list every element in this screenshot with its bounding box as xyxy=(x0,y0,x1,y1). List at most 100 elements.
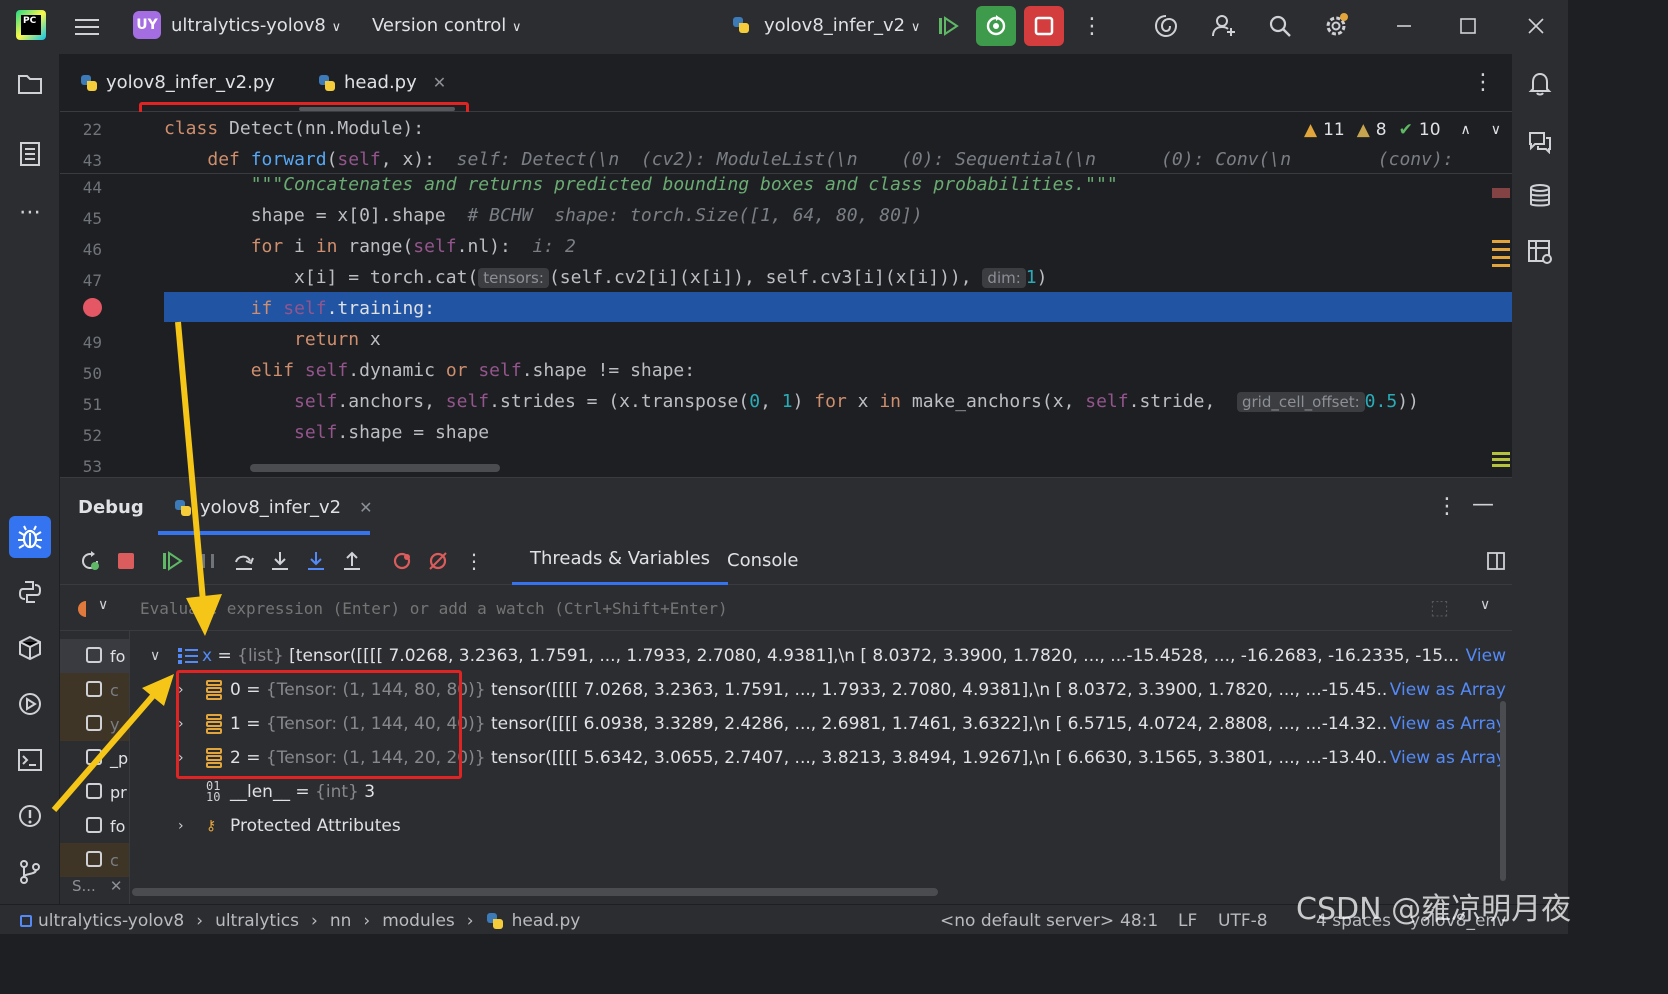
close-window-icon[interactable] xyxy=(1516,6,1556,46)
caret-position[interactable]: 48:1 xyxy=(1120,911,1158,931)
code-line[interactable]: """Concatenates and returns predicted bo… xyxy=(164,174,1118,195)
pause-icon[interactable] xyxy=(196,549,220,573)
stop-icon[interactable] xyxy=(114,549,138,573)
more-debug-actions-icon[interactable]: ⋮ xyxy=(462,549,486,573)
breakpoint-icon[interactable] xyxy=(83,298,102,317)
frame-item[interactable]: _p xyxy=(60,741,129,775)
editor-horizontal-scrollbar[interactable] xyxy=(250,464,500,472)
step-out-icon[interactable] xyxy=(340,549,364,573)
hide-panel-icon[interactable]: — xyxy=(1472,492,1494,517)
project-badge[interactable]: UY xyxy=(133,11,161,39)
frame-item[interactable]: y xyxy=(60,707,129,741)
code-editor[interactable]: 22 class Detect(nn.Module): 43 def forwa… xyxy=(60,112,1512,477)
services-icon[interactable] xyxy=(12,686,48,722)
thread-chevron-down-icon[interactable]: ∨ xyxy=(98,597,108,613)
variables-vertical-scrollbar[interactable] xyxy=(1500,701,1506,881)
evaluate-expression-input[interactable] xyxy=(140,591,1410,625)
sticky-class-line[interactable]: class Detect(nn.Module): xyxy=(164,118,424,139)
sticky-def-line[interactable]: def forward(self, x): self: Detect(\n (c… xyxy=(164,149,1453,170)
variable-row-len[interactable]: 01 10 __len__ = {int} 3 xyxy=(130,775,1512,809)
view-link[interactable]: View xyxy=(1461,646,1506,666)
next-problem-icon[interactable]: ∨ xyxy=(1491,122,1501,138)
file-encoding[interactable]: UTF-8 xyxy=(1218,911,1268,931)
resume-icon[interactable] xyxy=(160,549,184,573)
breadcrumb-item[interactable]: head.py xyxy=(512,911,581,931)
more-tools-icon[interactable]: ⋯ xyxy=(12,194,48,230)
current-execution-line[interactable]: if self.training: xyxy=(164,298,435,319)
rerun-icon[interactable] xyxy=(78,549,102,573)
tab-options-icon[interactable]: ⋮ xyxy=(1472,70,1494,95)
step-into-icon[interactable] xyxy=(268,549,292,573)
step-over-icon[interactable] xyxy=(232,549,256,573)
code-line[interactable]: for i in range(self.nl): i: 2 xyxy=(164,236,576,257)
ai-assistant-icon[interactable] xyxy=(1146,6,1186,46)
stop-button[interactable] xyxy=(1024,6,1064,46)
structure-icon[interactable] xyxy=(12,136,48,172)
step-into-my-code-icon[interactable] xyxy=(304,549,328,573)
variable-row-x[interactable]: ∨ x = {list} [tensor([[[[ 7.0268, 3.2363… xyxy=(130,639,1512,673)
code-line[interactable]: return x xyxy=(164,329,381,350)
expand-chevron-icon[interactable]: › xyxy=(178,818,184,834)
variables-horizontal-scrollbar[interactable] xyxy=(132,888,938,896)
tab-yolov8-infer[interactable]: yolov8_infer_v2.py xyxy=(80,72,275,93)
debug-bug-icon[interactable] xyxy=(9,516,51,558)
breadcrumb-item[interactable]: ultralytics-yolov8 xyxy=(38,911,184,931)
view-as-array-link[interactable]: View as Array xyxy=(1385,714,1506,734)
close-session-icon[interactable]: ✕ xyxy=(359,498,372,517)
tab-threads-variables[interactable]: Threads & Variables xyxy=(512,535,729,585)
view-as-array-link[interactable]: View as Array xyxy=(1385,748,1506,768)
line-separator[interactable]: LF xyxy=(1178,911,1197,931)
mute-breakpoints-icon[interactable] xyxy=(426,549,450,573)
breadcrumb-item[interactable]: ultralytics xyxy=(215,911,299,931)
version-control-menu[interactable]: Version control ∨ xyxy=(372,15,522,36)
add-user-icon[interactable] xyxy=(1204,6,1244,46)
view-as-array-link[interactable]: View as Array xyxy=(1385,680,1506,700)
python-packages-icon[interactable] xyxy=(12,630,48,666)
project-selector[interactable]: ultralytics-yolov8 ∨ xyxy=(171,15,341,36)
terminal-icon[interactable] xyxy=(12,742,48,778)
search-icon[interactable] xyxy=(1260,6,1300,46)
frame-item[interactable]: fo xyxy=(60,809,129,843)
debug-options-icon[interactable]: ⋮ xyxy=(1436,494,1458,519)
python-console-icon[interactable] xyxy=(12,574,48,610)
code-line[interactable]: self.anchors, self.strides = (x.transpos… xyxy=(164,391,1419,412)
breadcrumb-item[interactable]: nn xyxy=(330,911,352,931)
breadcrumb-item[interactable]: modules xyxy=(382,911,455,931)
prev-problem-icon[interactable]: ∧ xyxy=(1461,122,1471,138)
more-actions-icon[interactable]: ⋮ xyxy=(1072,6,1112,46)
frame-item[interactable]: pr xyxy=(60,775,129,809)
history-chevron-down-icon[interactable]: ∨ xyxy=(1480,597,1490,613)
code-line[interactable]: elif self.dynamic or self.shape != shape… xyxy=(164,360,695,381)
code-line[interactable]: shape = x[0].shape # BCHW shape: torch.S… xyxy=(164,205,923,226)
close-frames-icon[interactable]: ✕ xyxy=(110,877,123,895)
notifications-bell-icon[interactable] xyxy=(1522,66,1558,102)
minimize-window-icon[interactable] xyxy=(1384,6,1424,46)
frame-item[interactable]: fo xyxy=(60,639,129,673)
settings-gear-icon[interactable] xyxy=(1316,6,1356,46)
debug-session-tab[interactable]: yolov8_infer_v2 ✕ xyxy=(174,497,373,518)
tab-head-py[interactable]: head.py ✕ xyxy=(318,72,446,93)
server-status[interactable]: <no default server> xyxy=(940,911,1114,931)
code-line[interactable]: x[i] = torch.cat(tensors: (self.cv2[i](x[… xyxy=(164,267,1047,288)
add-watch-icon[interactable]: ⬚ xyxy=(1430,595,1449,619)
frame-item[interactable]: c xyxy=(60,843,129,877)
project-folder-icon[interactable] xyxy=(12,66,48,102)
tab-console[interactable]: Console xyxy=(727,535,798,585)
database-icon[interactable] xyxy=(1522,178,1558,214)
frame-item[interactable]: c xyxy=(60,673,129,707)
problems-icon[interactable] xyxy=(12,798,48,834)
inspection-widget[interactable]: ▲ 11 ▲ 8 ✔ 10 ∧ ∨ xyxy=(1304,120,1501,140)
python-thread-icon[interactable] xyxy=(76,599,96,624)
layout-settings-icon[interactable] xyxy=(1484,549,1508,573)
run-config-selector[interactable]: yolov8_infer_v2 ∨ xyxy=(732,15,920,36)
pycharm-logo-icon[interactable]: PC xyxy=(16,10,46,40)
hamburger-menu-icon[interactable] xyxy=(70,10,104,44)
view-breakpoints-icon[interactable] xyxy=(390,549,414,573)
close-tab-icon[interactable]: ✕ xyxy=(433,73,446,92)
protected-attributes-row[interactable]: › ⚷ Protected Attributes xyxy=(130,809,1512,843)
maximize-window-icon[interactable] xyxy=(1448,6,1488,46)
git-branch-icon[interactable] xyxy=(12,854,48,890)
collapse-chevron-icon[interactable]: ∨ xyxy=(150,648,160,664)
ai-chat-icon[interactable] xyxy=(1522,124,1558,160)
rerun-debug-button[interactable] xyxy=(976,6,1016,46)
